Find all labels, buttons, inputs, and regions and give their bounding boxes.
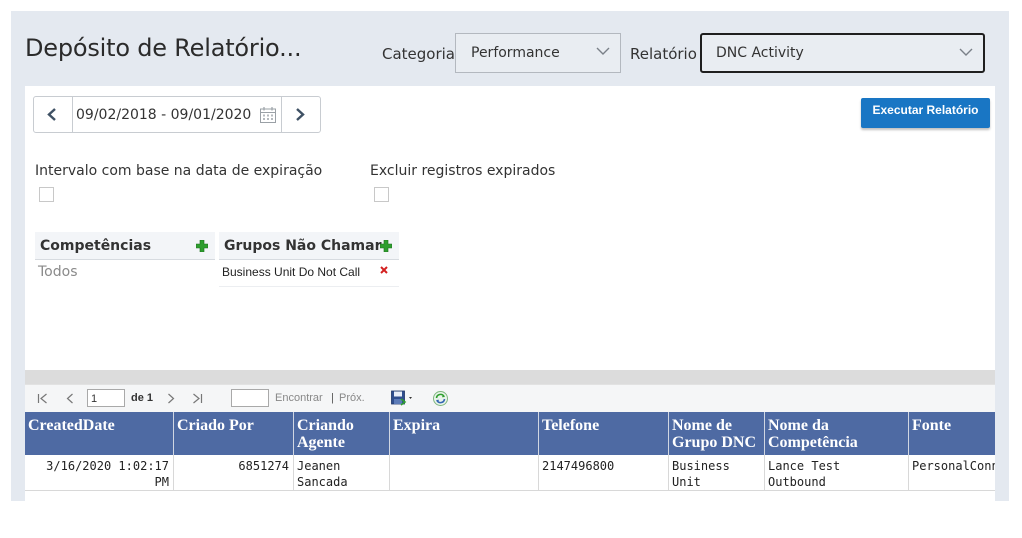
report-select-value: DNC Activity (716, 45, 804, 61)
column-header-nome-grupo-dnc: Nome de Grupo DNC (669, 412, 765, 455)
dnc-groups-grid-header: Grupos Não Chamar (219, 232, 399, 260)
expiration-interval-checkbox[interactable] (39, 187, 54, 202)
remove-icon[interactable] (380, 266, 388, 274)
column-header-fonte: Fonte (909, 412, 995, 455)
column-header-criando-agente: Criando Agente (294, 412, 390, 455)
column-header-createddate: CreatedDate (25, 412, 174, 455)
report-select[interactable]: DNC Activity (700, 33, 985, 73)
exclude-expired-label: Excluir registros expirados (370, 163, 556, 179)
find-link[interactable]: Encontrar (275, 392, 323, 404)
table-cell-criando-agente: Jeanen Sancada (294, 455, 390, 491)
add-skill-icon[interactable] (196, 240, 208, 252)
table-cell-expira (390, 455, 539, 491)
category-label: Categoria (382, 45, 456, 63)
next-range-button[interactable] (281, 97, 320, 132)
chevron-right-icon (296, 108, 305, 121)
expiration-interval-label: Intervalo com base na data de expiração (35, 163, 323, 179)
report-table: CreatedDate Criado Por Criando Agente Ex… (25, 412, 995, 501)
table-cell-nome-competencia: Lance Test Outbound (765, 455, 909, 491)
skills-header-label: Competências (40, 238, 152, 254)
column-header-nome-competencia: Nome da Competência (765, 412, 909, 455)
divider (25, 370, 995, 384)
report-toolbar: 1 de 1 Encontrar | Próx. (25, 384, 995, 413)
table-cell-fonte: PersonalConnection (909, 455, 995, 491)
find-next-link[interactable]: Próx. (339, 392, 365, 404)
category-select[interactable]: Performance (455, 33, 621, 73)
report-label: Relatório (630, 45, 697, 63)
previous-page-icon[interactable] (66, 393, 74, 404)
table-cell-nome-grupo-dnc: Business Unit Do Not Call (669, 455, 765, 491)
find-input[interactable] (231, 389, 269, 407)
chevron-down-icon (959, 48, 973, 56)
run-report-button[interactable]: Executar Relatório (861, 98, 990, 128)
column-header-expira: Expira (390, 412, 539, 455)
last-page-icon[interactable] (192, 393, 203, 404)
chevron-down-icon (596, 47, 610, 55)
export-save-icon[interactable] (391, 390, 415, 406)
next-page-icon[interactable] (167, 393, 175, 404)
toolbar-separator: | (331, 392, 334, 404)
refresh-icon[interactable] (432, 390, 449, 407)
first-page-icon[interactable] (37, 393, 48, 404)
calendar-icon[interactable] (259, 106, 277, 124)
add-dnc-group-icon[interactable] (380, 240, 392, 252)
table-cell-telefone: 2147496800 (539, 455, 669, 491)
date-range-picker[interactable]: 09/02/2018 - 09/01/2020 (33, 96, 321, 133)
chevron-left-icon (47, 108, 56, 121)
page-title: Depósito de Relatório... (25, 34, 302, 62)
date-range-value: 09/02/2018 - 09/01/2020 (76, 107, 252, 123)
dnc-group-item-label: Business Unit Do Not Call (222, 265, 361, 279)
skills-grid-header: Competências (35, 232, 215, 260)
previous-range-button[interactable] (34, 97, 73, 132)
table-cell-criado-por: 6851274 (174, 455, 294, 491)
page-count-label: de 1 (131, 392, 154, 404)
column-header-telefone: Telefone (539, 412, 669, 455)
table-cell-createddate: 3/16/2020 1:02:17 PM (25, 455, 174, 491)
exclude-expired-checkbox[interactable] (374, 187, 389, 202)
category-select-value: Performance (471, 45, 560, 61)
skills-value: Todos (38, 264, 78, 280)
list-item: Business Unit Do Not Call (219, 260, 399, 287)
column-header-criado-por: Criado Por (174, 412, 294, 455)
page-number-input[interactable]: 1 (87, 389, 125, 407)
dnc-groups-header-label: Grupos Não Chamar (224, 238, 382, 254)
